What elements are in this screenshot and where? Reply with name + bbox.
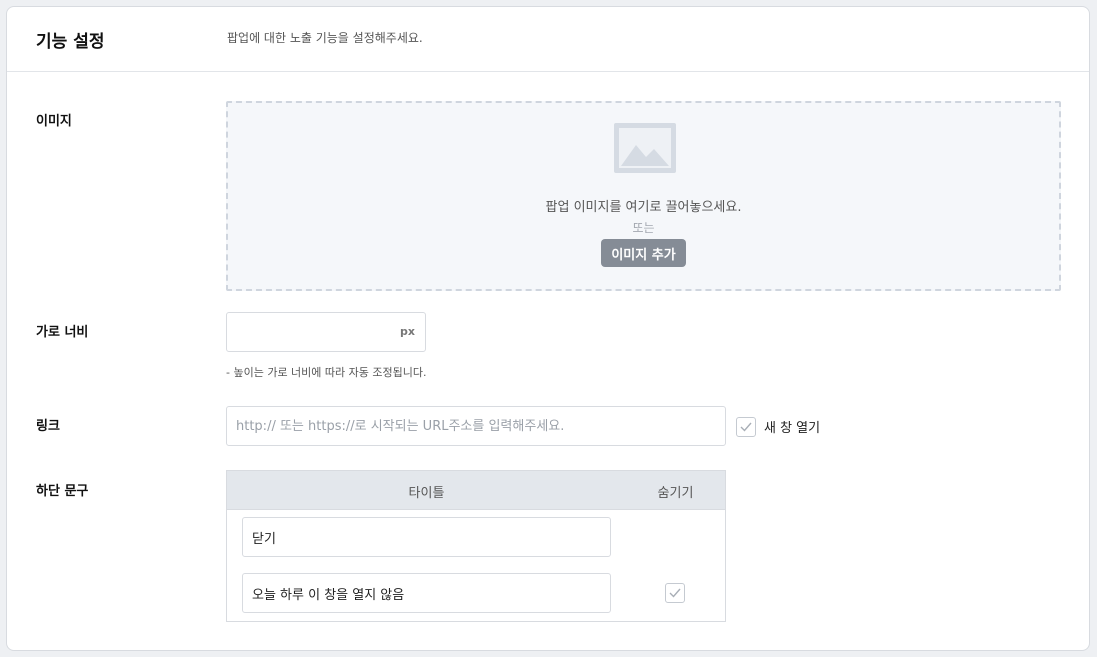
image-dropzone[interactable]: 팝업 이미지를 여기로 끌어놓으세요. 또는 이미지 추가 [226, 101, 1061, 291]
section-title: 기능 설정 [36, 32, 105, 52]
image-label: 이미지 [36, 114, 72, 129]
width-hint: - 높이는 가로 너비에 따라 자동 조정됩니다. [226, 366, 427, 379]
add-image-button[interactable]: 이미지 추가 [601, 239, 686, 267]
px-unit: px [400, 325, 415, 338]
dropzone-text: 팝업 이미지를 여기로 끌어놓으세요. [545, 200, 742, 215]
column-header-title: 타이틀 [408, 486, 445, 501]
link-label: 링크 [36, 419, 60, 434]
width-input[interactable] [235, 321, 399, 345]
footer-row-title-input[interactable] [242, 517, 611, 557]
width-label: 가로 너비 [36, 325, 89, 340]
card-header: 기능 설정 팝업에 대한 노출 기능을 설정해주세요. [7, 7, 1089, 72]
footer-text-label: 하단 문구 [36, 484, 89, 499]
footer-text-table: 타이틀 숨기기 [226, 470, 726, 622]
table-header: 타이틀 숨기기 [227, 471, 725, 510]
check-icon [740, 422, 752, 432]
link-input[interactable] [226, 406, 726, 446]
image-placeholder-icon [614, 123, 676, 173]
new-window-label: 새 창 열기 [764, 421, 821, 436]
footer-row-title-input[interactable] [242, 573, 611, 613]
feature-settings-card: 기능 설정 팝업에 대한 노출 기능을 설정해주세요. 이미지 팝업 이미지를 … [6, 6, 1090, 651]
new-window-checkbox[interactable] [736, 417, 756, 437]
dropzone-or-text: 또는 [632, 221, 655, 235]
hide-row-checkbox[interactable] [665, 583, 685, 603]
width-input-container: px [226, 312, 426, 352]
column-header-hide: 숨기기 [657, 486, 694, 501]
section-description: 팝업에 대한 노출 기능을 설정해주세요. [227, 31, 423, 45]
check-icon [669, 588, 681, 598]
